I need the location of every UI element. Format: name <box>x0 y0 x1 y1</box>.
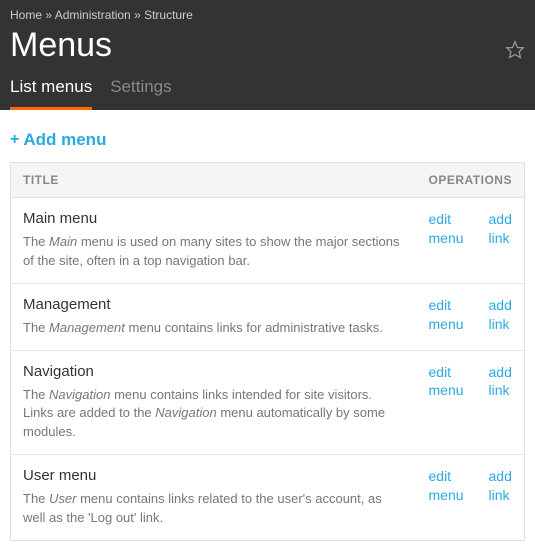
add-menu-label: Add menu <box>23 130 106 150</box>
table-row: User menu The User menu contains links re… <box>11 455 525 541</box>
op-add-cell: add link <box>477 455 525 541</box>
menu-description: The Management menu contains links for a… <box>23 319 405 338</box>
edit-menu-link[interactable]: edit menu <box>429 210 465 248</box>
op-edit-cell: edit menu <box>417 350 477 455</box>
add-link-link[interactable]: add link <box>489 210 513 248</box>
menu-description: The User menu contains links related to … <box>23 490 405 528</box>
op-edit-cell: edit menu <box>417 455 477 541</box>
breadcrumb-structure[interactable]: Structure <box>144 8 193 22</box>
op-add-cell: add link <box>477 198 525 284</box>
menu-title: User menu <box>23 467 405 484</box>
plus-icon: + <box>10 131 19 149</box>
add-menu-button[interactable]: + Add menu <box>10 130 106 150</box>
col-operations: OPERATIONS <box>417 163 525 198</box>
tabs: List menus Settings <box>10 77 525 110</box>
table-row: Navigation The Navigation menu contains l… <box>11 350 525 455</box>
menu-cell: Main menu The Main menu is used on many s… <box>11 198 417 284</box>
breadcrumb: Home » Administration » Structure <box>10 8 525 22</box>
add-link-link[interactable]: add link <box>489 363 513 401</box>
tab-list-menus[interactable]: List menus <box>10 77 92 110</box>
menu-description: The Main menu is used on many sites to s… <box>23 233 405 271</box>
add-link-link[interactable]: add link <box>489 296 513 334</box>
op-edit-cell: edit menu <box>417 198 477 284</box>
edit-menu-link[interactable]: edit menu <box>429 296 465 334</box>
menu-title: Main menu <box>23 210 405 227</box>
menu-description: The Navigation menu contains links inten… <box>23 386 405 443</box>
table-row: Main menu The Main menu is used on many s… <box>11 198 525 284</box>
op-add-cell: add link <box>477 350 525 455</box>
menu-title: Navigation <box>23 363 405 380</box>
star-icon[interactable] <box>505 40 525 63</box>
menus-table: TITLE OPERATIONS Main menu The Main menu … <box>10 162 525 541</box>
page-header: Home » Administration » Structure Menus … <box>0 0 535 110</box>
tab-settings[interactable]: Settings <box>110 77 171 110</box>
op-add-cell: add link <box>477 283 525 350</box>
add-link-link[interactable]: add link <box>489 467 513 505</box>
edit-menu-link[interactable]: edit menu <box>429 467 465 505</box>
page-title: Menus <box>10 26 112 65</box>
edit-menu-link[interactable]: edit menu <box>429 363 465 401</box>
menu-cell: Navigation The Navigation menu contains l… <box>11 350 417 455</box>
menu-cell: User menu The User menu contains links re… <box>11 455 417 541</box>
table-row: Management The Management menu contains l… <box>11 283 525 350</box>
col-title: TITLE <box>11 163 417 198</box>
breadcrumb-admin[interactable]: Administration <box>55 8 131 22</box>
content: + Add menu TITLE OPERATIONS Main menu The… <box>0 110 535 551</box>
op-edit-cell: edit menu <box>417 283 477 350</box>
breadcrumb-home[interactable]: Home <box>10 8 42 22</box>
menu-title: Management <box>23 296 405 313</box>
menu-cell: Management The Management menu contains l… <box>11 283 417 350</box>
